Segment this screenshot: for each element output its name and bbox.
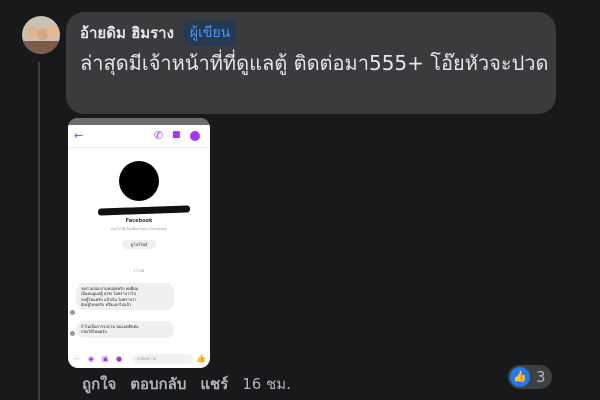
reaction-summary[interactable]: 👍 3	[508, 365, 552, 389]
comment-bubble: อ้ายดิม ฮิมราง ผู้เขียน ล่าสุดมีเจ้าหน้า…	[66, 12, 556, 114]
comment-timestamp[interactable]: 16 ชม.	[242, 372, 291, 396]
message-bubble: ขบกวนสอบถามหน่อยครับ พอดีผม เป็นคนดูแลตู…	[76, 283, 174, 311]
thread-line	[38, 62, 40, 400]
attached-screenshot[interactable]: ← ✆ ■ Facebook คุณไม่ได้เป็นเพื่อนกันบน …	[68, 118, 210, 368]
video-call-icon: ■	[172, 130, 181, 140]
reply-button[interactable]: ตอบกลับ	[130, 372, 186, 396]
share-button[interactable]: แชร์	[200, 372, 228, 396]
messenger-topbar: ← ✆ ■	[68, 125, 210, 148]
author-badge: ผู้เขียน	[183, 20, 237, 46]
redacted-name	[97, 205, 191, 216]
contact-avatar	[119, 161, 159, 201]
message-input: ส่งข้อความ	[132, 354, 193, 364]
back-arrow-icon: ←	[74, 129, 84, 142]
sender-mini-avatar	[70, 310, 75, 315]
message-time: 17:06	[133, 268, 145, 273]
comment-header: อ้ายดิม ฮิมราง ผู้เขียน	[80, 20, 237, 46]
thumbs-up-icon: 👍	[510, 367, 530, 387]
gallery-icon: ▣	[102, 355, 109, 363]
phone-status-bar	[68, 118, 210, 125]
phone-call-icon: ✆	[154, 129, 164, 142]
comment-text: ล่าสุดมีเจ้าหน้าที่ที่ดูแลตู้ ติดต่อมา55…	[80, 51, 549, 75]
camera-icon: ◉	[88, 355, 95, 363]
microphone-icon: ●	[116, 355, 123, 363]
comment-author[interactable]: อ้ายดิม ฮิมราง	[80, 21, 174, 45]
message-bubble: ถ้าไม่เป็นการรบกวน ขอแอดติดต่อ กลับได้ไห…	[76, 321, 174, 338]
platform-label: Facebook	[125, 218, 153, 224]
like-button[interactable]: ถูกใจ	[82, 372, 116, 396]
avatar[interactable]	[22, 16, 60, 54]
apps-icon: ⁘	[74, 355, 80, 363]
sender-mini-avatar	[70, 331, 75, 336]
comment-actions: ถูกใจ ตอบกลับ แชร์ 16 ชม.	[82, 372, 291, 396]
reaction-count: 3	[536, 368, 546, 386]
avatar-face	[47, 26, 59, 39]
not-friends-label: คุณไม่ได้เป็นเพื่อนกันบน Facebook	[111, 227, 167, 231]
view-profile-button: ดูโปรไฟล์	[122, 240, 156, 249]
thumbs-up-icon: 👍	[196, 354, 206, 363]
avatar-clothes	[22, 41, 60, 54]
message-composer: ⁘ ◉ ▣ ● ส่งข้อความ 👍	[68, 350, 210, 368]
info-icon	[190, 131, 200, 141]
